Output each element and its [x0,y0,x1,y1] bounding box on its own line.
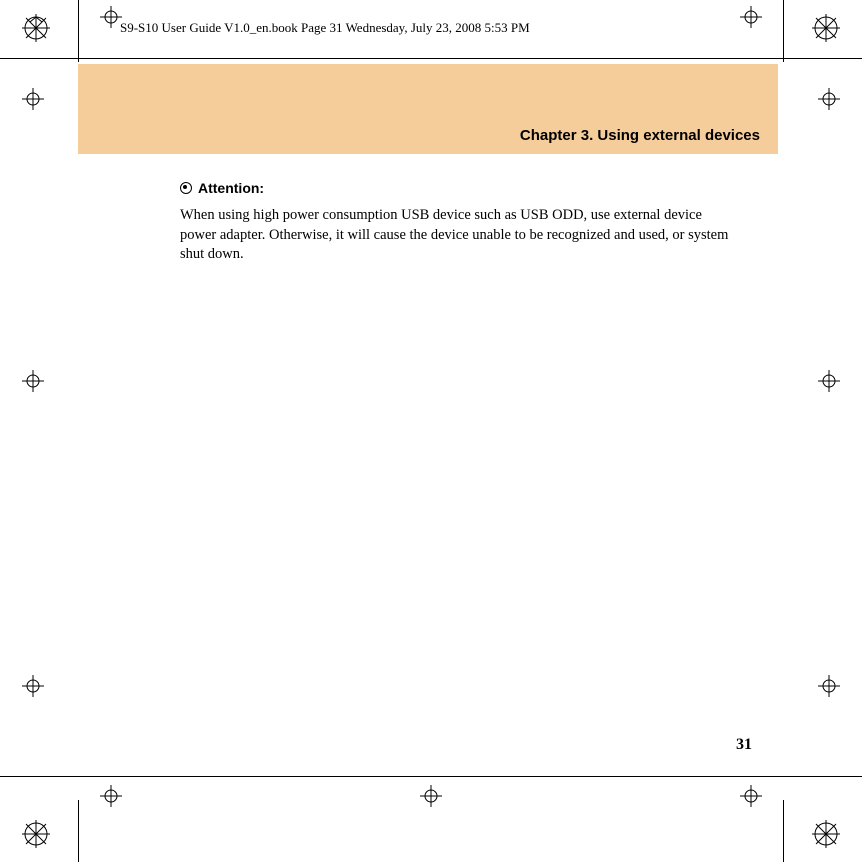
crosshair-icon [100,6,122,33]
attention-body-text: When using high power consumption USB de… [180,206,740,265]
crosshair-icon [818,88,840,115]
crop-line-vertical [783,800,784,862]
registration-mark-icon [22,820,50,848]
registration-mark-icon [812,14,840,42]
document-header-info: S9-S10 User Guide V1.0_en.book Page 31 W… [120,20,530,36]
crosshair-icon [22,370,44,397]
registration-mark-icon [22,14,50,42]
attention-heading: Attention: [180,180,740,196]
attention-label-text: Attention: [198,180,264,196]
crop-rule-top [0,58,862,59]
crop-line-vertical [78,800,79,862]
page-number: 31 [736,736,752,754]
crop-line-vertical [783,0,784,62]
registration-mark-icon [812,820,840,848]
crosshair-icon [818,370,840,397]
crop-line-vertical [78,0,79,62]
chapter-banner: Chapter 3. Using external devices [78,64,778,154]
crosshair-icon [22,88,44,115]
crop-rule-bottom [0,776,862,777]
crosshair-icon [420,785,442,812]
crosshair-icon [22,675,44,702]
attention-section: Attention: When using high power consump… [180,180,740,265]
attention-bullet-icon [180,182,192,194]
chapter-title: Chapter 3. Using external devices [520,127,760,144]
crosshair-icon [100,785,122,812]
crosshair-icon [818,675,840,702]
crosshair-icon [740,6,762,33]
crosshair-icon [740,785,762,812]
